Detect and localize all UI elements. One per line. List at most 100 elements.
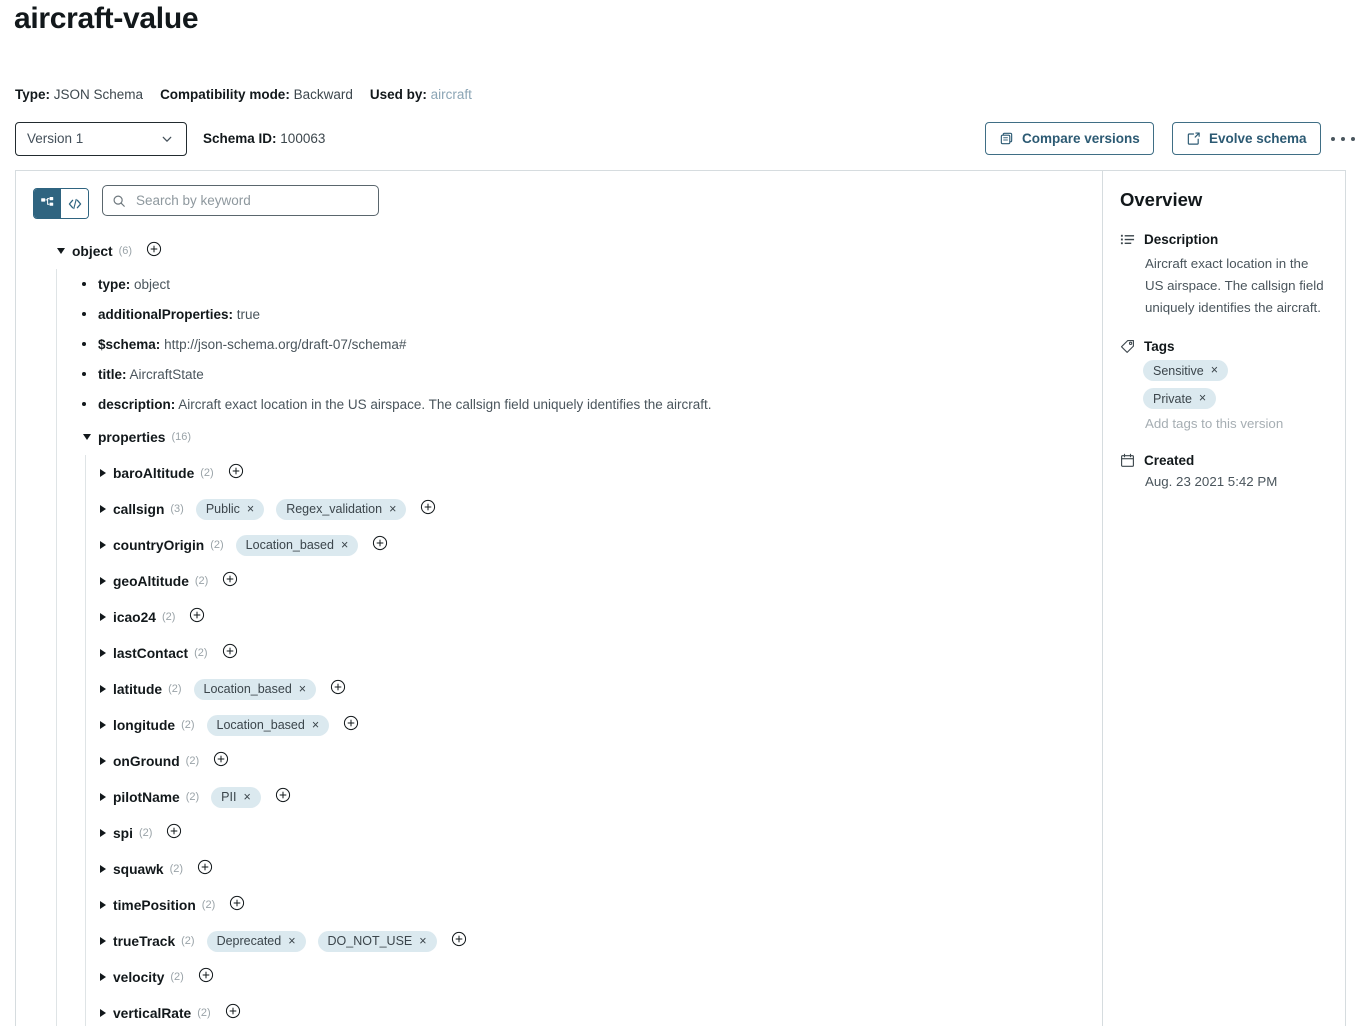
- add-tag-button[interactable]: [275, 787, 291, 808]
- search-input[interactable]: [134, 192, 360, 209]
- property-tag[interactable]: Location_based ×: [193, 678, 317, 700]
- tags-label: Tags: [1144, 339, 1175, 354]
- property-tag-label: Public: [205, 502, 240, 516]
- remove-tag-icon[interactable]: ×: [243, 791, 250, 804]
- overview-tag-list: Sensitive × Private ×: [1120, 360, 1329, 409]
- property-row[interactable]: callsign (3) Public × Regex_validation ×: [86, 491, 1102, 527]
- schema-attribute-row: additionalProperties: true: [57, 299, 1102, 329]
- tree-view-toggle[interactable]: [34, 189, 61, 218]
- add-tag-button[interactable]: [372, 535, 388, 556]
- add-tag-button[interactable]: [222, 643, 238, 664]
- property-row[interactable]: spi (2): [86, 815, 1102, 851]
- caret-right-icon[interactable]: [100, 721, 106, 729]
- add-tag-button[interactable]: [330, 679, 346, 700]
- property-row[interactable]: lastContact (2): [86, 635, 1102, 671]
- attribute-text: type: object: [98, 277, 170, 292]
- property-tag[interactable]: DO_NOT_USE ×: [317, 930, 437, 952]
- property-tag[interactable]: Location_based ×: [235, 534, 359, 556]
- evolve-schema-button[interactable]: Evolve schema: [1172, 122, 1321, 155]
- caret-right-icon[interactable]: [100, 793, 106, 801]
- search-box[interactable]: [102, 185, 379, 216]
- attribute-key: $schema:: [98, 336, 161, 352]
- used-by-link[interactable]: aircraft: [431, 87, 472, 102]
- caret-right-icon[interactable]: [100, 505, 106, 513]
- property-name: callsign: [113, 501, 165, 517]
- tree-node-label: object: [72, 243, 113, 259]
- add-tag-button[interactable]: [198, 967, 214, 988]
- add-tag-button[interactable]: [229, 895, 245, 916]
- add-tags-link[interactable]: Add tags to this version: [1120, 416, 1329, 431]
- add-tag-button[interactable]: [189, 607, 205, 628]
- plus-circle-icon: [421, 499, 436, 514]
- caret-right-icon[interactable]: [100, 613, 106, 621]
- remove-tag-icon[interactable]: ×: [247, 503, 254, 516]
- compare-versions-button[interactable]: Compare versions: [985, 122, 1154, 155]
- overview-tag[interactable]: Private ×: [1143, 388, 1217, 409]
- add-tag-button[interactable]: [420, 499, 436, 520]
- property-row[interactable]: velocity (2): [86, 959, 1102, 995]
- caret-right-icon[interactable]: [100, 649, 106, 657]
- add-tag-button[interactable]: [166, 823, 182, 844]
- tree-node-properties[interactable]: properties (16): [57, 419, 1102, 455]
- plus-circle-icon: [198, 967, 213, 982]
- schema-attribute-row: type: object: [57, 269, 1102, 299]
- caret-right-icon[interactable]: [100, 757, 106, 765]
- property-row[interactable]: countryOrigin (2) Location_based ×: [86, 527, 1102, 563]
- property-row[interactable]: timePosition (2): [86, 887, 1102, 923]
- property-tag[interactable]: Regex_validation ×: [276, 498, 407, 520]
- caret-right-icon[interactable]: [100, 1009, 106, 1017]
- attribute-key: type:: [98, 276, 131, 292]
- caret-right-icon[interactable]: [100, 685, 106, 693]
- property-tag[interactable]: Public ×: [195, 498, 265, 520]
- caret-right-icon[interactable]: [100, 541, 106, 549]
- remove-tag-icon[interactable]: ×: [299, 683, 306, 696]
- caret-right-icon[interactable]: [100, 865, 106, 873]
- overview-tag[interactable]: Sensitive ×: [1143, 360, 1229, 381]
- caret-right-icon[interactable]: [100, 577, 106, 585]
- property-name: squawk: [113, 861, 164, 877]
- plus-circle-icon: [225, 1003, 240, 1018]
- remove-tag-icon[interactable]: ×: [341, 539, 348, 552]
- property-row[interactable]: verticalRate (2): [86, 995, 1102, 1026]
- remove-tag-icon[interactable]: ×: [419, 935, 426, 948]
- code-view-toggle[interactable]: [61, 189, 88, 218]
- caret-down-icon[interactable]: [57, 248, 65, 254]
- caret-right-icon[interactable]: [100, 469, 106, 477]
- add-tag-button[interactable]: [343, 715, 359, 736]
- property-tag[interactable]: Deprecated ×: [206, 930, 306, 952]
- add-tag-button[interactable]: [451, 931, 467, 952]
- caret-right-icon[interactable]: [100, 973, 106, 981]
- add-tag-button[interactable]: [146, 241, 162, 262]
- add-tag-button[interactable]: [228, 463, 244, 484]
- tree-node-object[interactable]: object (6): [16, 233, 1102, 269]
- caret-right-icon[interactable]: [100, 829, 106, 837]
- add-tag-button[interactable]: [225, 1003, 241, 1024]
- remove-tag-icon[interactable]: ×: [288, 935, 295, 948]
- remove-tag-icon[interactable]: ×: [1199, 392, 1206, 405]
- remove-tag-icon[interactable]: ×: [312, 719, 319, 732]
- property-tag[interactable]: PII ×: [211, 786, 261, 808]
- caret-right-icon[interactable]: [100, 937, 106, 945]
- property-row[interactable]: icao24 (2): [86, 599, 1102, 635]
- meta-usedby: Used by: aircraft: [370, 87, 472, 102]
- code-icon: [68, 198, 81, 209]
- add-tag-button[interactable]: [197, 859, 213, 880]
- version-select[interactable]: Version 1: [15, 122, 187, 156]
- property-tag[interactable]: Location_based ×: [206, 714, 330, 736]
- remove-tag-icon[interactable]: ×: [1211, 364, 1218, 377]
- property-row[interactable]: geoAltitude (2): [86, 563, 1102, 599]
- property-row[interactable]: baroAltitude (2): [86, 455, 1102, 491]
- property-row[interactable]: trueTrack (2) Deprecated × DO_NOT_USE ×: [86, 923, 1102, 959]
- remove-tag-icon[interactable]: ×: [389, 503, 396, 516]
- property-row[interactable]: pilotName (2) PII ×: [86, 779, 1102, 815]
- caret-right-icon[interactable]: [100, 901, 106, 909]
- property-row[interactable]: squawk (2): [86, 851, 1102, 887]
- property-row[interactable]: longitude (2) Location_based ×: [86, 707, 1102, 743]
- more-options-button[interactable]: [1331, 130, 1355, 148]
- property-row[interactable]: onGround (2): [86, 743, 1102, 779]
- caret-down-icon[interactable]: [83, 434, 91, 440]
- property-row[interactable]: latitude (2) Location_based ×: [86, 671, 1102, 707]
- attribute-key: description:: [98, 396, 176, 412]
- add-tag-button[interactable]: [222, 571, 238, 592]
- add-tag-button[interactable]: [213, 751, 229, 772]
